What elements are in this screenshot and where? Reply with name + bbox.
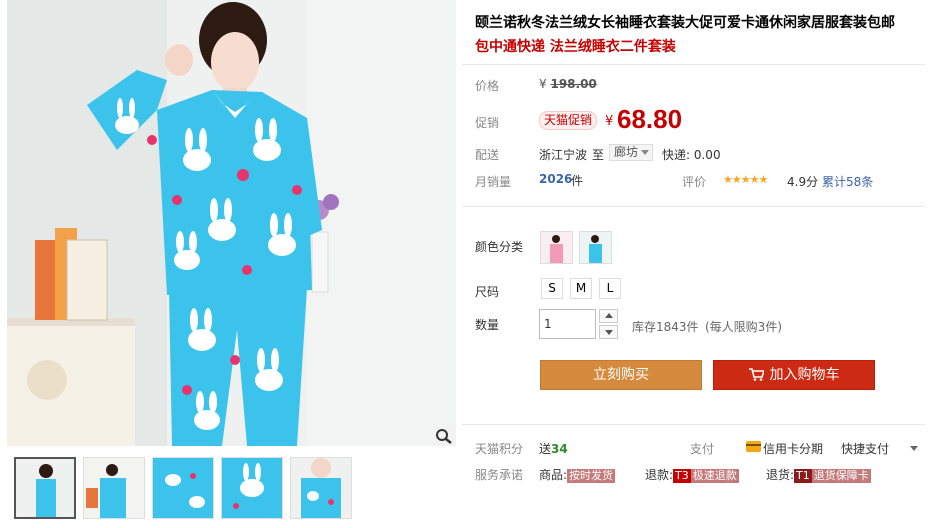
t1-badge: T1 (794, 469, 812, 483)
cart-icon (748, 368, 765, 381)
thumbnail-4[interactable] (221, 457, 283, 519)
thumbnail-5[interactable] (290, 457, 352, 519)
tmall-promo-badge: 天猫促销 (539, 111, 598, 130)
quantity-decrease-button[interactable] (599, 325, 618, 339)
t3-badge: T3 (673, 469, 691, 483)
rating-label: 评价 (682, 175, 707, 189)
thumbnail-strip (14, 457, 354, 521)
size-option-s[interactable]: S (541, 278, 563, 299)
purchase-limit: (每人限购3件) (705, 320, 782, 334)
city-select[interactable]: 廊坊 (609, 144, 653, 161)
service-refund: 退款: T3 极速退款 (645, 466, 739, 483)
thumbnail-3[interactable] (152, 457, 214, 519)
rating-stars-icon: ★★★★★ (723, 173, 768, 186)
currency-symbol: ¥ (539, 77, 547, 91)
product-subtitle: 包中通快递 法兰绒睡衣二件套装 (475, 39, 676, 55)
rating-score: 4.9分 (787, 175, 819, 189)
monthly-sales-label: 月销量 (475, 175, 512, 189)
chevron-down-icon (641, 150, 649, 155)
size-option-l[interactable]: L (599, 278, 621, 299)
stock-count: 库存1843件 (632, 320, 699, 334)
buy-now-button[interactable]: 立刻购买 (540, 360, 702, 390)
zoom-icon[interactable] (434, 427, 454, 445)
points-value: 送34 (539, 440, 568, 457)
size-option-m[interactable]: M (570, 278, 592, 299)
promo-label: 促销 (475, 116, 500, 130)
service-return-label: 退货: (766, 468, 795, 482)
service-goods-label: 商品: (539, 468, 568, 482)
original-price-value: 198.00 (550, 77, 597, 91)
monthly-sales-unit: 件 (571, 174, 584, 188)
product-title: 颐兰诺秋冬法兰绒女长袖睡衣套装大促可爱卡通休闲家居服套装包邮 (475, 15, 895, 31)
payment-method[interactable]: 信用卡分期 (763, 440, 823, 457)
thumbnail-2[interactable] (83, 457, 145, 519)
color-swatch-blue[interactable] (579, 231, 612, 264)
review-count-link[interactable]: 累计58条 (822, 173, 873, 190)
monthly-sales-count: 2026 (539, 172, 573, 186)
on-time-shipping-badge[interactable]: 按时发货 (567, 469, 616, 483)
main-product-image[interactable] (7, 0, 456, 446)
points-prefix: 送 (539, 442, 552, 456)
shipping-fee: 快递: 0.00 (662, 148, 721, 162)
divider (462, 64, 925, 65)
return-guarantee-badge[interactable]: 退货保障卡 (811, 469, 871, 483)
divider (462, 424, 925, 425)
ship-to-word: 至 (592, 148, 605, 162)
service-return: 退货: T1 退货保障卡 (766, 466, 871, 483)
payment-label: 支付 (690, 442, 715, 456)
divider (462, 206, 925, 207)
points-label: 天猫积分 (475, 442, 524, 456)
service-label: 服务承诺 (475, 468, 524, 482)
points-number: 34 (551, 442, 568, 456)
city-select-value: 廊坊 (614, 145, 639, 159)
thumbnail-1[interactable] (14, 457, 76, 519)
chevron-down-icon[interactable] (910, 446, 918, 451)
color-swatch-pink[interactable] (540, 231, 573, 264)
add-to-cart-label: 加入购物车 (769, 367, 840, 383)
ship-from: 浙江宁波 (539, 148, 588, 162)
credit-card-icon (746, 441, 761, 452)
sale-price: 68.80 (617, 104, 683, 134)
color-label: 颜色分类 (475, 240, 524, 254)
shipping-label: 配送 (475, 148, 500, 162)
quantity-label: 数量 (475, 318, 500, 332)
service-goods: 商品: 按时发货 (539, 466, 616, 483)
quantity-input[interactable]: 1 (539, 309, 596, 339)
fast-refund-badge[interactable]: 极速退款 (690, 469, 739, 483)
quantity-increase-button[interactable] (599, 309, 618, 323)
add-to-cart-button[interactable]: 加入购物车 (713, 360, 875, 390)
sale-currency-symbol: ¥ (605, 114, 614, 129)
size-label: 尺码 (475, 285, 500, 299)
quick-pay-dropdown[interactable]: 快捷支付 (841, 440, 889, 457)
service-refund-label: 退款: (645, 468, 674, 482)
price-label: 价格 (475, 79, 500, 93)
original-price: ¥ 198.00 (539, 77, 597, 91)
